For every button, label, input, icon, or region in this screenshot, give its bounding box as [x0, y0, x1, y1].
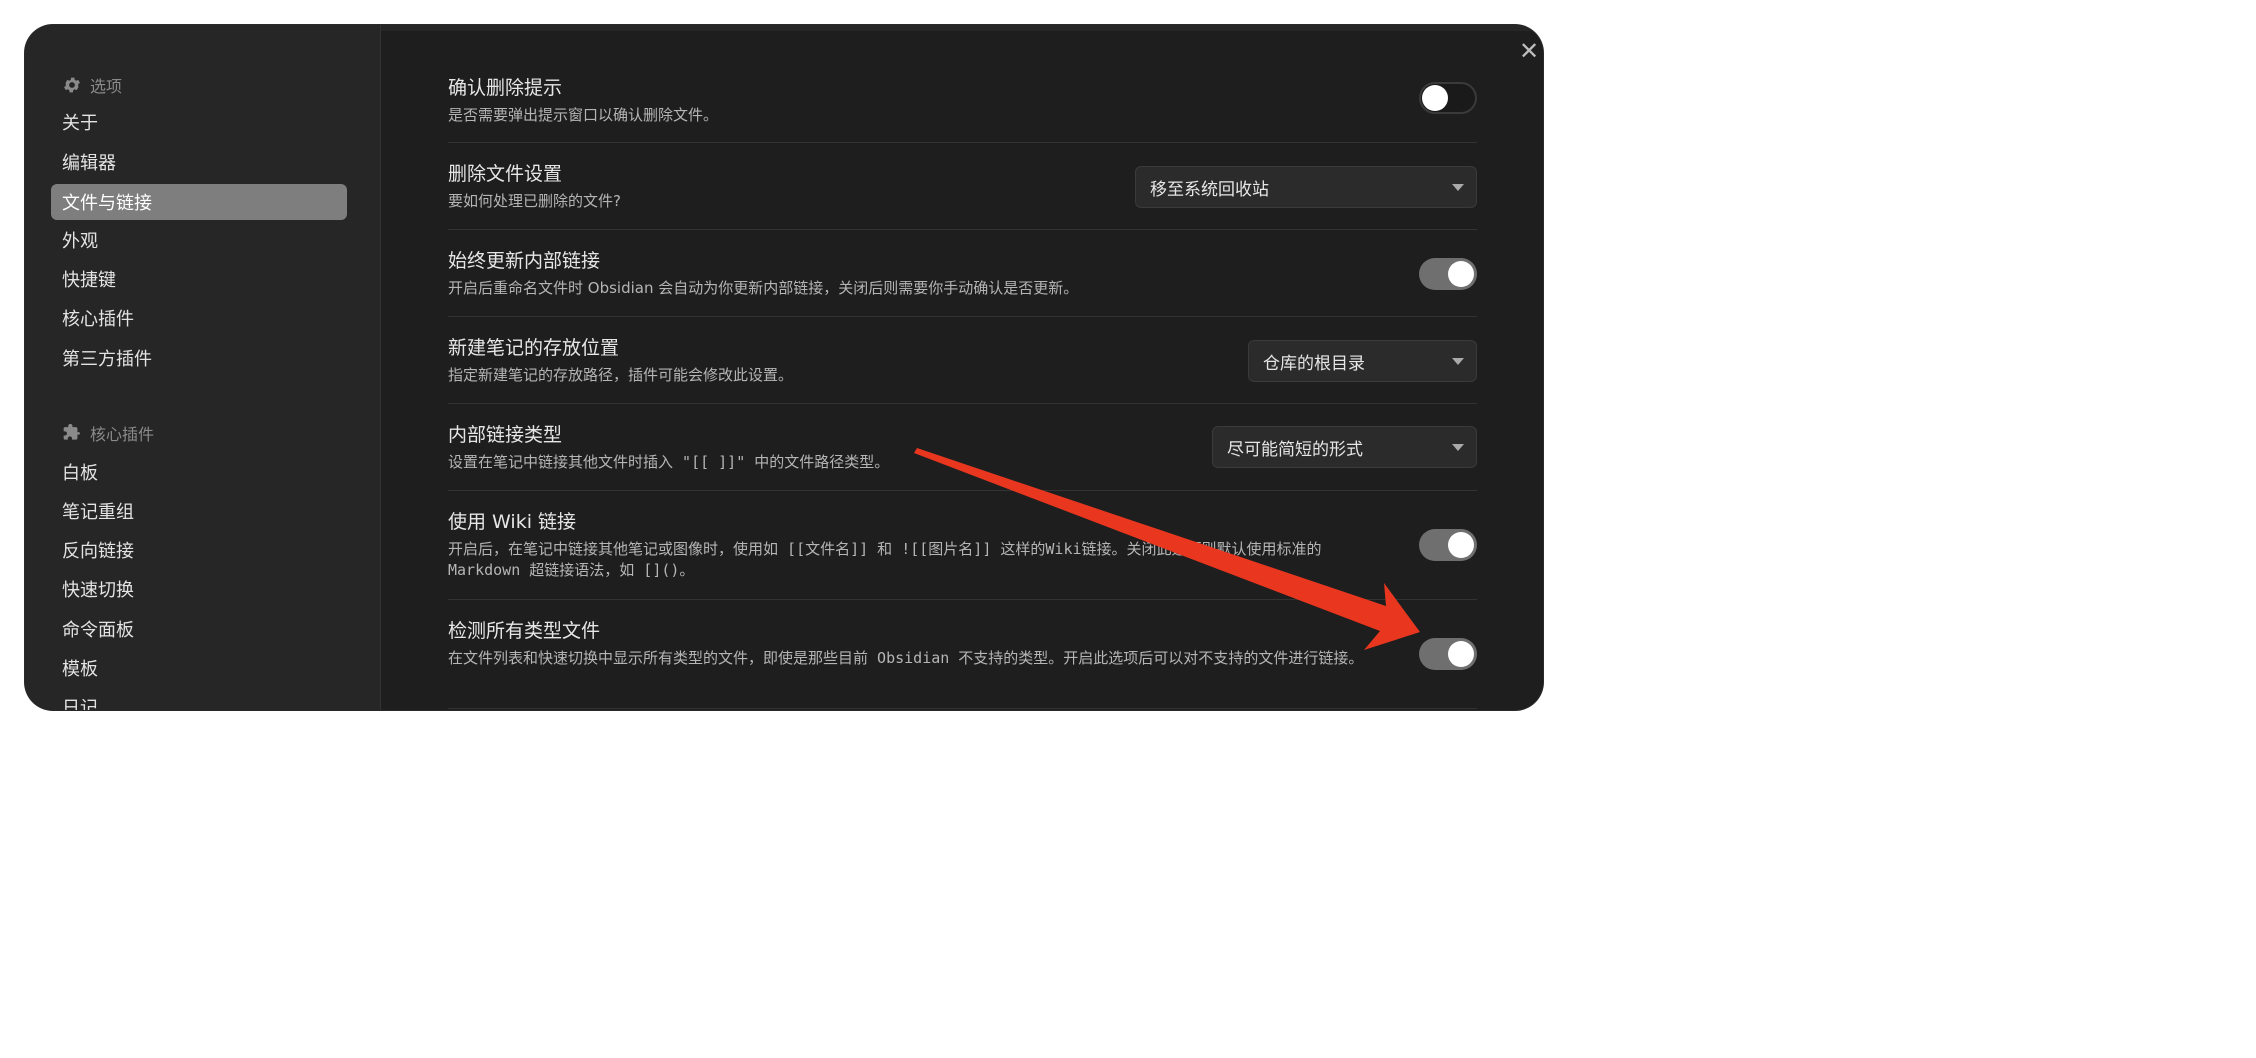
setting-title: 新建笔记的存放位置 — [448, 337, 620, 359]
sidebar-item-appearance[interactable]: 外观 — [51, 222, 347, 258]
detect-all-files-toggle[interactable] — [1419, 638, 1477, 670]
setting-title: 内部链接类型 — [448, 424, 563, 446]
sidebar-item-community-plugins[interactable]: 第三方插件 — [51, 340, 347, 376]
setting-row-wiki-links: 使用 Wiki 链接 开启后，在笔记中链接其他笔记或图像时，使用如 [[文件名]… — [448, 491, 1477, 600]
chevron-down-icon — [1452, 444, 1464, 451]
setting-title: 检测所有类型文件 — [448, 620, 601, 642]
sidebar-item-editor[interactable]: 编辑器 — [51, 144, 347, 180]
setting-title: 确认删除提示 — [448, 77, 563, 99]
setting-description: 在文件列表和快速切换中显示所有类型的文件，即使是那些目前 Obsidian 不支… — [448, 649, 1364, 667]
toggle-knob — [1422, 85, 1448, 111]
sidebar-item-files-links[interactable]: 文件与链接 — [51, 184, 347, 220]
settings-modal: 选项 关于 编辑器 文件与链接 外观 快捷键 核心插件 第三方插件 核心插件 白… — [25, 25, 1543, 710]
setting-row-deleted-files: 删除文件设置 要如何处理已删除的文件? 移至系统回收站 — [448, 143, 1477, 230]
settings-sidebar: 选项 关于 编辑器 文件与链接 外观 快捷键 核心插件 第三方插件 核心插件 白… — [25, 25, 381, 710]
select-value: 尽可能简短的形式 — [1227, 439, 1363, 460]
setting-description: 开启后重命名文件时 Obsidian 会自动为你更新内部链接，关闭后则需要你手动… — [448, 279, 1079, 297]
sidebar-item-hotkeys[interactable]: 快捷键 — [51, 261, 347, 297]
sidebar-item-note-composer[interactable]: 笔记重组 — [51, 493, 347, 529]
close-icon[interactable]: ✕ — [1517, 39, 1541, 63]
options-heading-label: 选项 — [90, 77, 123, 96]
sidebar-item-quick-switcher[interactable]: 快速切换 — [51, 571, 347, 607]
setting-row-confirm-delete: 确认删除提示 是否需要弹出提示窗口以确认删除文件。 — [448, 65, 1477, 143]
setting-description: 设置在笔记中链接其他文件时插入 "[[ ]]" 中的文件路径类型。 — [448, 453, 890, 471]
core-plugins-heading: 核心插件 — [62, 421, 154, 445]
toggle-knob — [1448, 261, 1474, 287]
select-value: 仓库的根目录 — [1263, 353, 1365, 374]
toggle-knob — [1448, 641, 1474, 667]
sidebar-item-canvas[interactable]: 白板 — [51, 454, 347, 490]
setting-description: 是否需要弹出提示窗口以确认删除文件。 — [448, 106, 719, 124]
new-note-location-select[interactable]: 仓库的根目录 — [1248, 340, 1477, 382]
confirm-delete-toggle[interactable] — [1419, 82, 1477, 114]
setting-row-detect-all-files: 检测所有类型文件 在文件列表和快速切换中显示所有类型的文件，即使是那些目前 Ob… — [448, 600, 1477, 709]
setting-row-update-links: 始终更新内部链接 开启后重命名文件时 Obsidian 会自动为你更新内部链接，… — [448, 230, 1477, 317]
select-value: 移至系统回收站 — [1150, 179, 1269, 200]
sidebar-item-backlinks[interactable]: 反向链接 — [51, 532, 347, 568]
options-heading: 选项 — [62, 73, 122, 97]
chevron-down-icon — [1452, 184, 1464, 191]
setting-title: 删除文件设置 — [448, 163, 563, 185]
toggle-knob — [1448, 532, 1474, 558]
sidebar-item-about[interactable]: 关于 — [51, 104, 347, 140]
setting-description: 开启后，在笔记中链接其他笔记或图像时，使用如 [[文件名]] 和 ![[图片名]… — [448, 540, 1331, 579]
core-plugins-heading-label: 核心插件 — [90, 425, 155, 444]
sidebar-item-templates[interactable]: 模板 — [51, 650, 347, 686]
sidebar-item-command-palette[interactable]: 命令面板 — [51, 611, 347, 647]
setting-row-new-note-location: 新建笔记的存放位置 指定新建笔记的存放路径，插件可能会修改此设置。 仓库的根目录 — [448, 317, 1477, 404]
deleted-files-select[interactable]: 移至系统回收站 — [1135, 166, 1477, 208]
gear-icon — [64, 77, 80, 93]
update-links-toggle[interactable] — [1419, 258, 1477, 290]
chevron-down-icon — [1452, 358, 1464, 365]
setting-title: 始终更新内部链接 — [448, 250, 601, 272]
setting-description: 指定新建笔记的存放路径，插件可能会修改此设置。 — [448, 366, 794, 384]
setting-description: 要如何处理已删除的文件? — [448, 192, 621, 210]
setting-row-link-format: 内部链接类型 设置在笔记中链接其他文件时插入 "[[ ]]" 中的文件路径类型。… — [448, 404, 1477, 491]
setting-title: 使用 Wiki 链接 — [448, 511, 577, 533]
puzzle-icon — [63, 423, 80, 440]
wiki-links-toggle[interactable] — [1419, 529, 1477, 561]
settings-content: ✕ 确认删除提示 是否需要弹出提示窗口以确认删除文件。 删除文件设置 要如何处理… — [381, 25, 1543, 710]
sidebar-item-core-plugins[interactable]: 核心插件 — [51, 300, 347, 336]
link-format-select[interactable]: 尽可能简短的形式 — [1212, 426, 1477, 468]
sidebar-item-daily-notes[interactable]: 日记 — [51, 689, 347, 710]
